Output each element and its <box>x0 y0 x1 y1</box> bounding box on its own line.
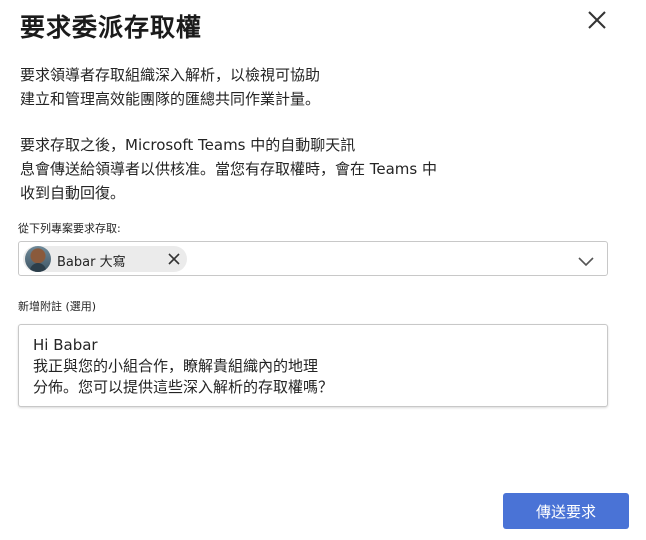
note-textarea[interactable]: Hi Babar 我正與您的小組合作，瞭解貴組織內的地理 分佈。您可以提供這些深… <box>18 324 608 407</box>
note-text[interactable]: Hi Babar 我正與您的小組合作，瞭解貴組織內的地理 分佈。您可以提供這些深… <box>33 335 433 398</box>
dialog-title: 要求委派存取權 <box>20 13 203 42</box>
request-access-dialog: 要求委派存取權 要求領導者存取組織深入解析，以檢視可協助 建立和管理高效能團隊的… <box>0 0 646 540</box>
selected-person-chip[interactable]: Babar 大寫 <box>23 246 187 272</box>
note-label: 新增附註 (選用) <box>18 300 97 313</box>
expert-picker[interactable]: Babar 大寫 <box>18 241 608 276</box>
expert-picker-label: 從下列專案要求存取: <box>18 222 121 235</box>
dropdown-toggle[interactable] <box>577 253 595 267</box>
chevron-down-icon <box>578 257 594 267</box>
send-request-button[interactable]: 傳送要求 <box>503 493 629 529</box>
intro-paragraph: 要求領導者存取組織深入解析，以檢視可協助 建立和管理高效能團隊的匯總共同作業計量… <box>20 66 321 108</box>
remove-person-button[interactable] <box>165 250 183 268</box>
close-icon <box>588 11 606 29</box>
teams-paragraph: 要求存取之後，Microsoft Teams 中的自動聊天訊 息會傳送給領導者以… <box>20 136 437 202</box>
close-button[interactable] <box>584 7 610 33</box>
avatar <box>25 246 51 272</box>
chip-person-name: Babar 大寫 <box>57 255 126 270</box>
close-icon <box>168 253 180 265</box>
